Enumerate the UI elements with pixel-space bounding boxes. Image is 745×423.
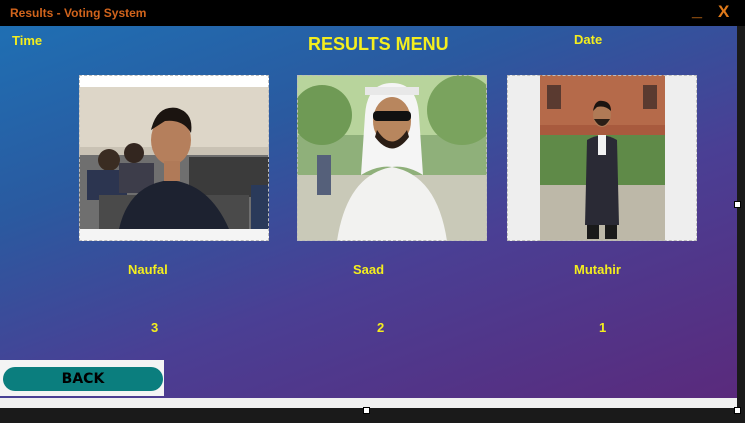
back-button-panel: BACK <box>0 360 164 396</box>
candidate-photo-2 <box>297 75 487 241</box>
candidate-name-3: Mutahir <box>574 262 621 277</box>
designer-background <box>0 408 745 423</box>
date-label: Date <box>574 32 603 47</box>
time-label: Time <box>12 33 43 48</box>
resize-handle-right[interactable] <box>734 201 741 208</box>
resize-handle-corner[interactable] <box>734 407 741 414</box>
minimize-button[interactable]: _ <box>692 0 702 21</box>
candidate-name-1: Naufal <box>128 262 168 277</box>
candidate-votes-1: 3 <box>151 320 159 335</box>
page-title: RESULTS MENU <box>308 34 449 54</box>
title-bar: Results - Voting System _ X <box>0 0 745 26</box>
back-button[interactable]: BACK <box>3 367 163 391</box>
candidate-name-2: Saad <box>353 262 385 277</box>
candidate-photo-3 <box>507 75 697 241</box>
window-title: Results - Voting System <box>10 6 147 20</box>
candidate-votes-2: 2 <box>377 320 385 335</box>
resize-handle-bottom[interactable] <box>363 407 370 414</box>
close-button[interactable]: X <box>718 2 729 22</box>
candidate-votes-3: 1 <box>599 320 607 335</box>
candidate-photo-1 <box>79 75 269 241</box>
results-form: Time RESULTS MENU Date Naufal Saad Mutah… <box>0 26 737 398</box>
